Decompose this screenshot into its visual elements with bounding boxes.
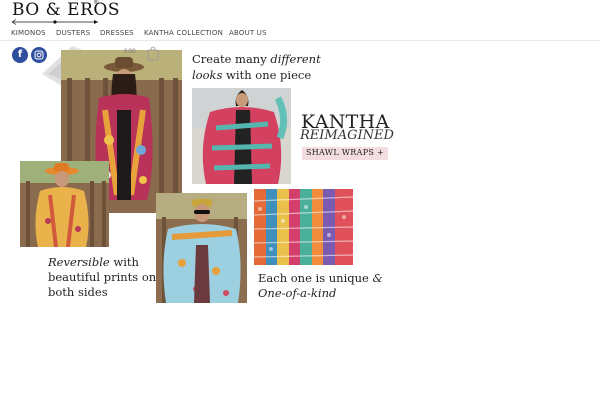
headline-reversible: Reversible with beautiful prints on both… bbox=[48, 255, 156, 300]
logo-arrow-icon bbox=[11, 19, 98, 25]
headline-2-part-4: both sides bbox=[48, 285, 108, 299]
headline-1-part-3: looks bbox=[192, 68, 223, 82]
hero-photo-pink-kimono bbox=[192, 88, 291, 184]
headline-1-part-4: with one piece bbox=[222, 68, 312, 82]
brand-logo[interactable]: BO & EROS ® bbox=[10, 0, 119, 28]
nav-item-kimonos[interactable]: KIMONOS bbox=[11, 29, 46, 37]
shawl-wraps-button[interactable]: SHAWL WRAPS + bbox=[302, 147, 389, 160]
pin-icon[interactable] bbox=[146, 46, 160, 62]
headline-1-part-2: different bbox=[270, 52, 321, 66]
main-nav: KIMONOS DUSTERS DRESSES KANTHA COLLECTIO… bbox=[0, 28, 600, 41]
headline-3-part-2: One-of-a-kind bbox=[258, 286, 337, 300]
headline-2-part-1: Reversible bbox=[48, 255, 110, 269]
headline-2-part-2: with bbox=[109, 255, 139, 269]
logo-registered-mark: ® bbox=[94, 0, 99, 6]
hero-photo-yellow-wrap bbox=[20, 161, 109, 247]
headline-unique: Each one is unique & One-of-a-kind bbox=[258, 271, 383, 301]
media-timer: 0:00 bbox=[124, 49, 136, 55]
headline-1-part-1: Create many bbox=[192, 52, 271, 66]
facebook-button[interactable]: f bbox=[12, 47, 28, 63]
facebook-icon: f bbox=[17, 49, 23, 60]
hero-photo-kantha-textiles bbox=[254, 189, 353, 265]
kantha-subtitle: REIMAGINED bbox=[300, 128, 394, 143]
nav-item-dresses[interactable]: DRESSES bbox=[100, 29, 134, 37]
nav-item-kantha-collection[interactable]: KANTHA COLLECTION bbox=[144, 29, 223, 37]
headline-create-looks: Create many different looks with one pie… bbox=[192, 52, 321, 84]
logo-text: BO & EROS bbox=[12, 0, 120, 20]
hero-photo-blue-shawl bbox=[156, 193, 247, 303]
headline-3-part-1: Each one is unique bbox=[258, 271, 373, 285]
headline-3-ampersand: & bbox=[372, 271, 383, 285]
headline-2-part-3: beautiful prints on bbox=[48, 270, 157, 284]
nav-item-about-us[interactable]: ABOUT US bbox=[229, 29, 267, 37]
nav-item-dusters[interactable]: DUSTERS bbox=[56, 29, 90, 37]
